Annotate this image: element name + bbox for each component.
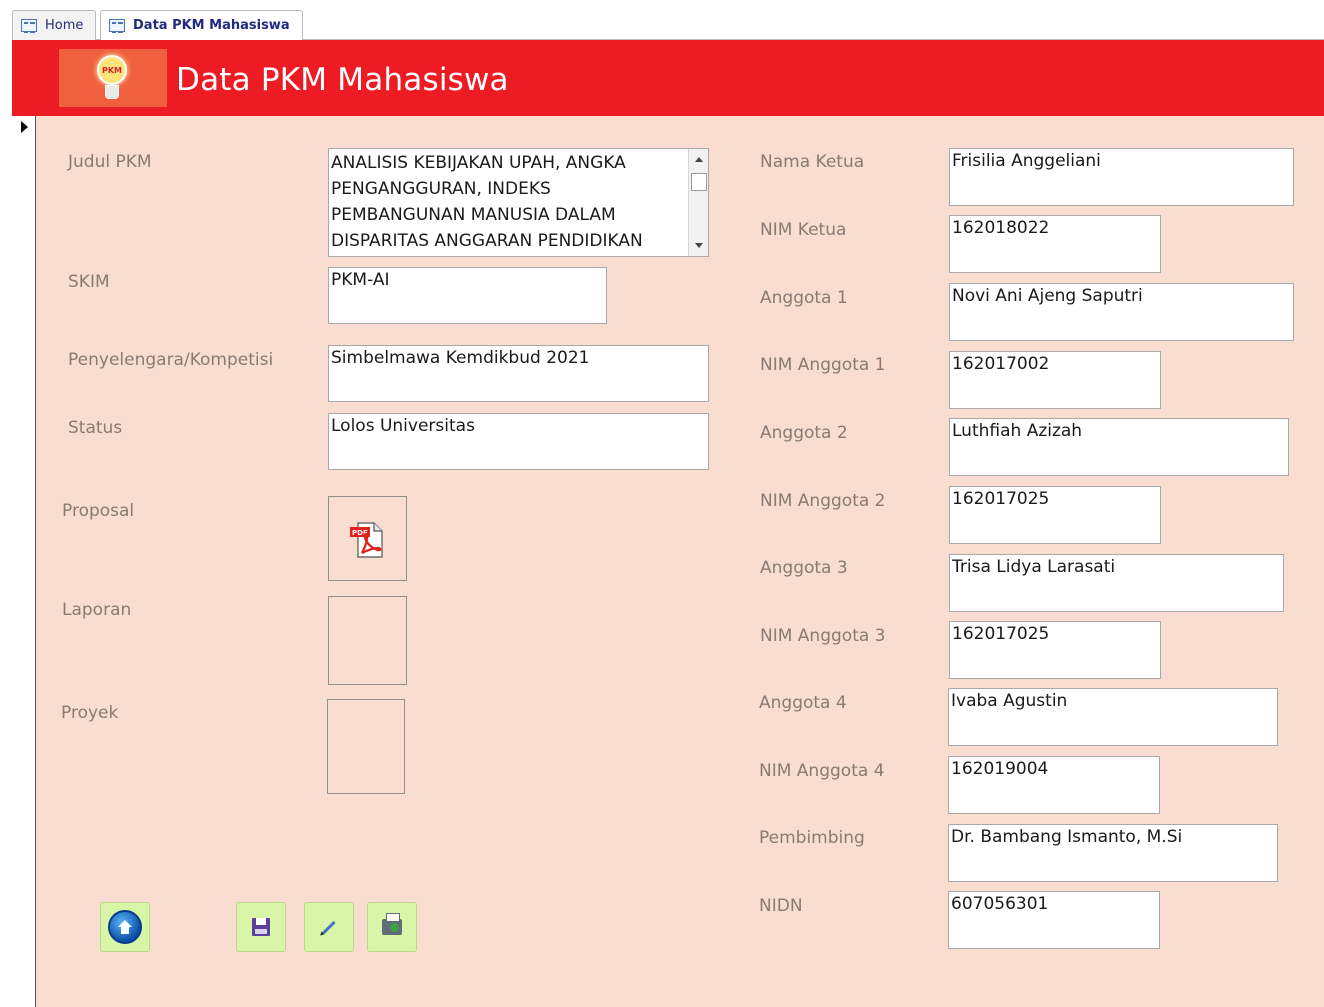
lightbulb-icon: PKM <box>97 55 127 85</box>
nim-ketua-field[interactable]: 162018022 <box>949 215 1161 273</box>
form-icon <box>21 19 37 33</box>
nama-ketua-field[interactable]: Frisilia Anggeliani <box>949 148 1294 206</box>
skim-field[interactable]: PKM-AI <box>328 267 607 324</box>
nim-ketua-label: NIM Ketua <box>760 220 847 240</box>
nim-anggota-3-label: NIM Anggota 3 <box>760 626 886 646</box>
nama-ketua-label: Nama Ketua <box>760 152 865 172</box>
pdf-icon: PDF <box>350 522 383 558</box>
nim-anggota-2-field[interactable]: 162017025 <box>949 486 1161 544</box>
nim-anggota-1-label: NIM Anggota 1 <box>760 355 886 375</box>
nim-anggota-1-field[interactable]: 162017002 <box>949 351 1161 409</box>
pembimbing-field[interactable]: Dr. Bambang Ismanto, M.Si <box>948 824 1278 882</box>
tab-home-label: Home <box>45 18 84 33</box>
penyelenggara-field[interactable]: Simbelmawa Kemdikbud 2021 <box>328 345 709 402</box>
proposal-attachment[interactable]: PDF <box>328 496 407 581</box>
nim-anggota-4-field[interactable]: 162019004 <box>948 756 1160 814</box>
print-icon <box>382 913 402 935</box>
anggota-1-field[interactable]: Novi Ani Ajeng Saputri <box>949 283 1294 341</box>
status-field[interactable]: Lolos Universitas <box>328 413 709 470</box>
tab-home[interactable]: Home <box>12 10 97 40</box>
save-button[interactable] <box>236 902 286 952</box>
laporan-label: Laporan <box>62 600 132 620</box>
record-selector[interactable] <box>12 116 36 688</box>
pkm-logo: PKM <box>59 49 167 107</box>
anggota-3-label: Anggota 3 <box>760 558 848 578</box>
current-record-arrow-icon <box>21 121 28 133</box>
tab-data-pkm-mahasiswa[interactable]: Data PKM Mahasiswa <box>100 10 303 40</box>
edit-icon <box>322 920 336 934</box>
penyelenggara-label: Penyelengara/Kompetisi <box>68 350 274 370</box>
anggota-4-field[interactable]: Ivaba Agustin <box>948 688 1278 746</box>
pembimbing-label: Pembimbing <box>759 828 865 848</box>
judul-pkm-value: ANALISIS KEBIJAKAN UPAH, ANGKA PENGANGGU… <box>331 153 643 251</box>
save-icon <box>252 918 270 936</box>
print-button[interactable] <box>367 902 417 952</box>
edit-button[interactable] <box>304 902 354 952</box>
home-icon <box>108 910 142 944</box>
judul-pkm-field[interactable]: ANALISIS KEBIJAKAN UPAH, ANGKA PENGANGGU… <box>328 148 709 257</box>
form-detail-section: Judul PKM ANALISIS KEBIJAKAN UPAH, ANGKA… <box>36 116 1324 1007</box>
anggota-1-label: Anggota 1 <box>760 288 848 308</box>
home-button[interactable] <box>100 902 150 952</box>
laporan-attachment[interactable] <box>328 596 407 685</box>
judul-pkm-scrollbar[interactable] <box>688 149 708 256</box>
form-icon <box>109 19 125 33</box>
anggota-2-field[interactable]: Luthfiah Azizah <box>949 418 1289 476</box>
anggota-2-label: Anggota 2 <box>760 423 848 443</box>
lightbulb-base <box>105 85 119 99</box>
anggota-4-label: Anggota 4 <box>759 693 847 713</box>
nim-anggota-3-field[interactable]: 162017025 <box>949 621 1161 679</box>
skim-label: SKIM <box>68 272 110 292</box>
proposal-label: Proposal <box>62 501 135 521</box>
document-tab-bar: Home Data PKM Mahasiswa <box>12 6 1324 40</box>
scroll-down-icon[interactable] <box>695 243 703 248</box>
nim-anggota-2-label: NIM Anggota 2 <box>760 491 886 511</box>
scroll-up-icon[interactable] <box>695 157 703 162</box>
tab-data-pkm-label: Data PKM Mahasiswa <box>133 18 290 33</box>
anggota-3-field[interactable]: Trisa Lidya Larasati <box>949 554 1284 612</box>
nim-anggota-4-label: NIM Anggota 4 <box>759 761 885 781</box>
page-title: Data PKM Mahasiswa <box>176 62 509 98</box>
proyek-label: Proyek <box>61 703 119 723</box>
nidn-field[interactable]: 607056301 <box>948 891 1160 949</box>
status-label: Status <box>68 418 123 438</box>
judul-pkm-label: Judul PKM <box>68 152 152 172</box>
nidn-label: NIDN <box>759 896 803 916</box>
form-header: PKM Data PKM Mahasiswa <box>12 40 1324 116</box>
scroll-thumb[interactable] <box>691 173 707 191</box>
proyek-attachment[interactable] <box>327 699 405 794</box>
